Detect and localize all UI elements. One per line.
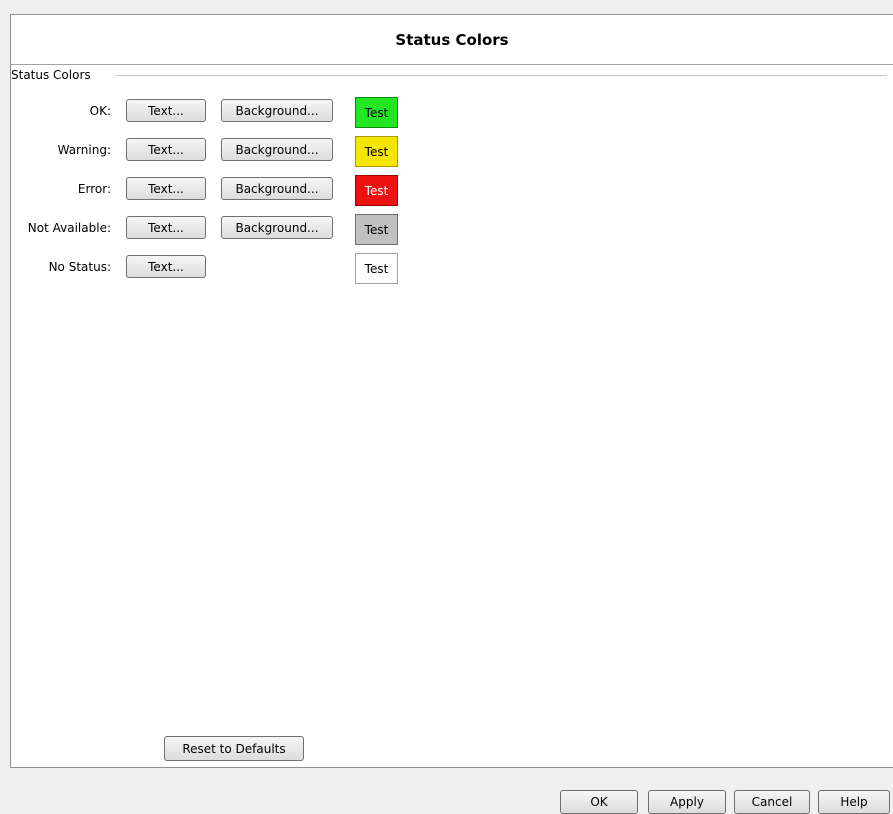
- ok-test-swatch: Test: [355, 97, 398, 128]
- page-title: Status Colors: [395, 30, 509, 49]
- no-status-text-color-button[interactable]: Text...: [126, 255, 206, 278]
- error-text-color-button[interactable]: Text...: [126, 177, 206, 200]
- status-colors-dialog: Status Colors Status Colors OK: Text... …: [0, 0, 893, 814]
- status-colors-group-header: Status Colors: [11, 67, 893, 83]
- row-label-no-status: No Status:: [48, 260, 111, 274]
- status-row-no-status: No Status: Text... Test: [11, 253, 893, 284]
- not-available-background-color-button[interactable]: Background...: [221, 216, 333, 239]
- group-label: Status Colors: [11, 68, 99, 82]
- status-row-error: Error: Text... Background... Test: [11, 175, 893, 206]
- no-status-test-swatch: Test: [355, 253, 398, 284]
- cancel-button[interactable]: Cancel: [734, 790, 810, 814]
- status-row-ok: OK: Text... Background... Test: [11, 97, 893, 128]
- ok-text-color-button[interactable]: Text...: [126, 99, 206, 122]
- not-available-text-color-button[interactable]: Text...: [126, 216, 206, 239]
- panel-title-bar: Status Colors: [11, 15, 893, 65]
- ok-button[interactable]: OK: [560, 790, 638, 814]
- error-background-color-button[interactable]: Background...: [221, 177, 333, 200]
- preferences-panel: Status Colors Status Colors OK: Text... …: [10, 14, 893, 768]
- status-row-warning: Warning: Text... Background... Test: [11, 136, 893, 167]
- status-row-not-available: Not Available: Text... Background... Tes…: [11, 214, 893, 245]
- error-test-swatch: Test: [355, 175, 398, 206]
- warning-test-swatch: Test: [355, 136, 398, 167]
- row-label-ok: OK:: [89, 104, 111, 118]
- warning-background-color-button[interactable]: Background...: [221, 138, 333, 161]
- group-divider: [115, 75, 887, 76]
- row-label-warning: Warning:: [57, 143, 111, 157]
- row-label-error: Error:: [77, 182, 111, 196]
- row-label-not-available: Not Available:: [27, 221, 111, 235]
- not-available-test-swatch: Test: [355, 214, 398, 245]
- apply-button[interactable]: Apply: [648, 790, 726, 814]
- reset-to-defaults-button[interactable]: Reset to Defaults: [164, 736, 304, 761]
- ok-background-color-button[interactable]: Background...: [221, 99, 333, 122]
- help-button[interactable]: Help: [818, 790, 890, 814]
- warning-text-color-button[interactable]: Text...: [126, 138, 206, 161]
